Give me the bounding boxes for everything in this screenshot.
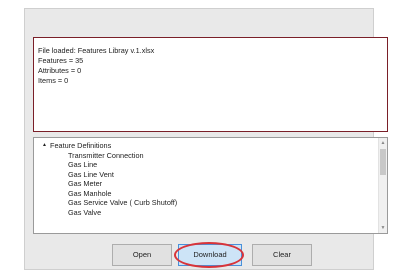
status-line-items: Items = 0 — [38, 76, 69, 85]
tree-item[interactable]: Gas Service Valve ( Curb Shutoff) — [68, 198, 177, 208]
tree-item[interactable]: Gas Line Vent — [68, 170, 177, 180]
status-output-box: File loaded: Features Libray v.1.xlsx Fe… — [33, 37, 388, 132]
scrollbar-thumb[interactable] — [380, 149, 386, 175]
status-line-file: File loaded: Features Libray v.1.xlsx — [38, 46, 155, 55]
vertical-scrollbar[interactable]: ▲ ▼ — [378, 138, 387, 233]
status-line-features: Features = 35 — [38, 56, 84, 65]
chevron-down-icon[interactable]: ▼ — [379, 224, 387, 232]
tree-item[interactable]: Gas Manhole — [68, 189, 177, 199]
tree-item[interactable]: Gas Meter — [68, 179, 177, 189]
tree-root-feature-definitions[interactable]: ▲ Feature Definitions — [42, 141, 111, 151]
open-button[interactable]: Open — [112, 244, 172, 266]
download-button[interactable]: Download — [178, 244, 242, 266]
status-line-attributes: Attributes = 0 — [38, 66, 82, 75]
tree-item[interactable]: Transmitter Connection — [68, 151, 177, 161]
tree-root-label: Feature Definitions — [50, 141, 112, 150]
tree-item[interactable]: Gas Line — [68, 160, 177, 170]
tree-children: Transmitter Connection Gas Line Gas Line… — [68, 151, 177, 218]
tree-item[interactable]: Gas Valve — [68, 208, 177, 218]
feature-tree[interactable]: ▲ Feature Definitions Transmitter Connect… — [33, 137, 388, 234]
clear-button[interactable]: Clear — [252, 244, 312, 266]
triangle-down-icon[interactable]: ▲ — [42, 141, 50, 151]
chevron-up-icon[interactable]: ▲ — [379, 139, 387, 147]
